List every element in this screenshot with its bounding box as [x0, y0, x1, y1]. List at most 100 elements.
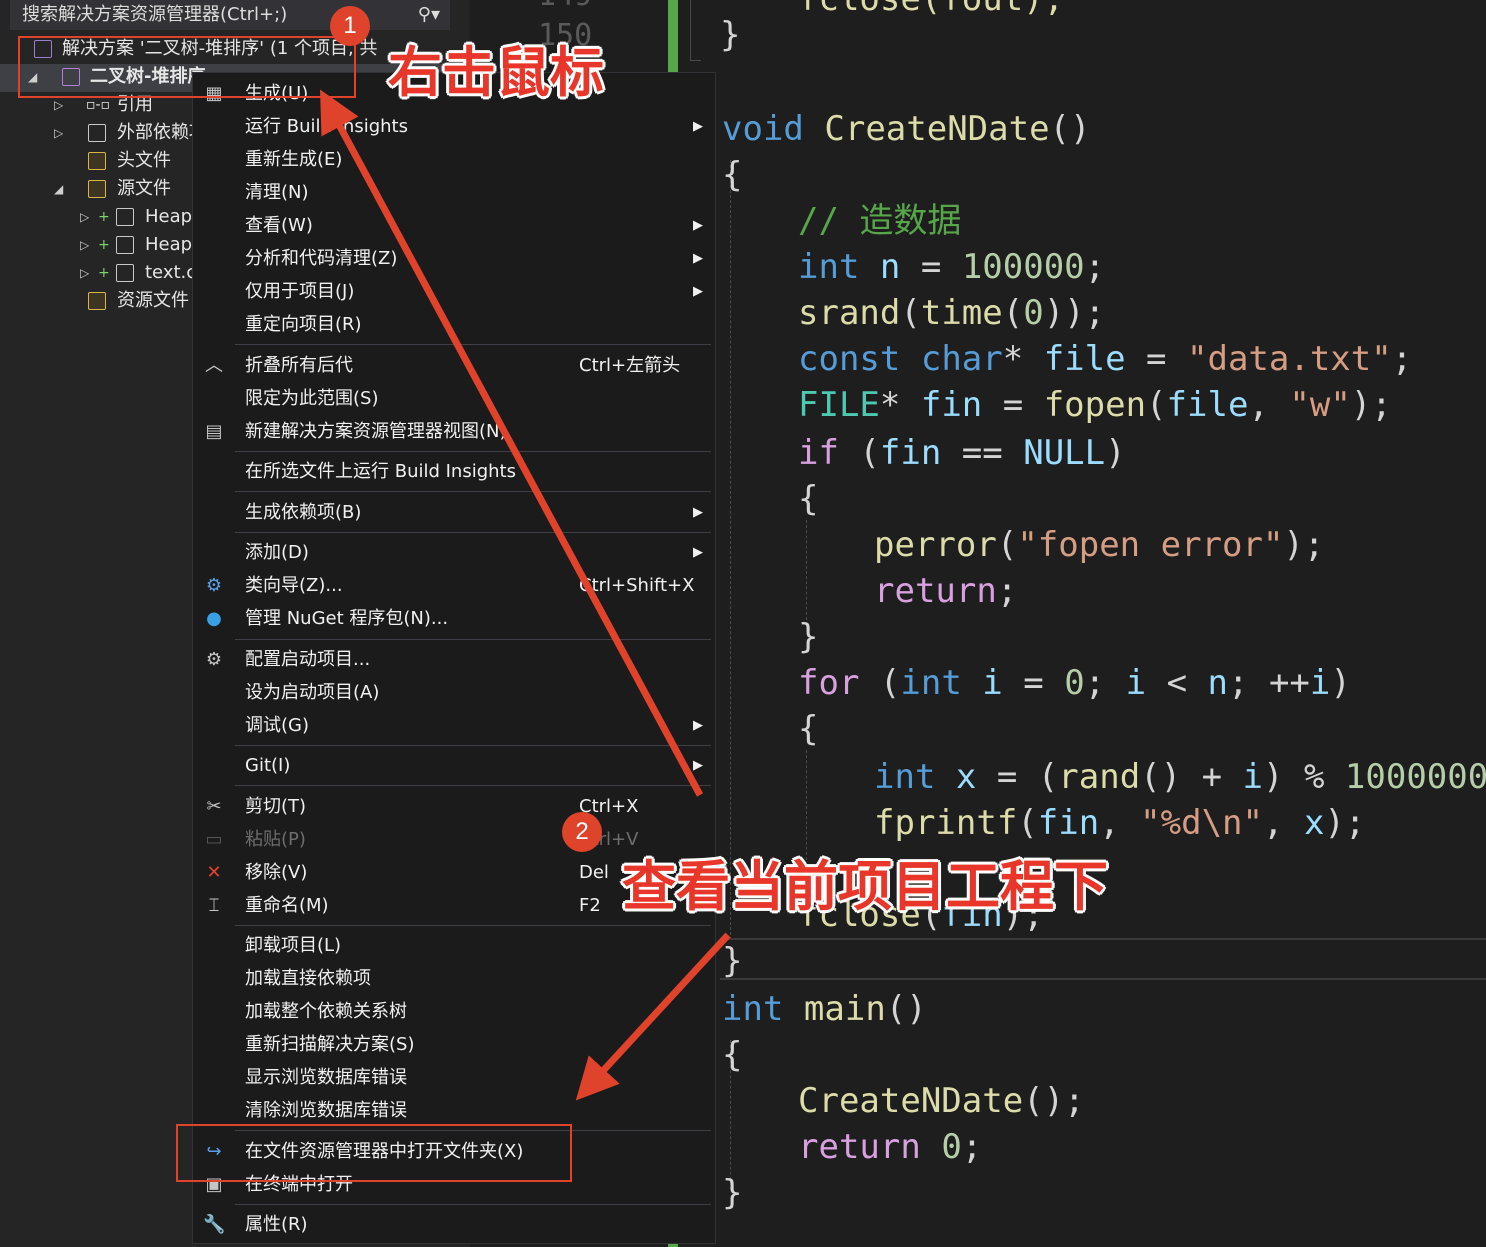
menu-item-show-browse-errors[interactable]: 显示浏览数据库错误: [193, 1061, 715, 1094]
submenu-arrow-icon: ▶: [693, 505, 703, 520]
menu-item-rebuild[interactable]: 重新生成(E): [193, 143, 715, 176]
menu-item-scope-to-this[interactable]: 限定为此范围(S): [193, 382, 715, 415]
menu-item-clean[interactable]: 清理(N): [193, 176, 715, 209]
line-number: 149: [538, 0, 592, 13]
code-line: int x = (rand() + i) % 1000000;: [874, 757, 1486, 797]
menu-item-properties[interactable]: 🔧 属性(R): [193, 1208, 715, 1241]
menu-item-clear-browse-errors[interactable]: 清除浏览数据库错误: [193, 1094, 715, 1127]
code-line: {: [722, 1035, 743, 1075]
code-line: CreateNDate();: [798, 1081, 1085, 1121]
scissors-icon: ✂: [206, 796, 222, 817]
collapse-arrow-icon[interactable]: ▷: [80, 260, 89, 286]
code-line: int n = 100000;: [798, 247, 1106, 287]
indent-guide: [730, 160, 731, 940]
code-line: fclose(fout);: [798, 0, 1064, 22]
submenu-arrow-icon: ▶: [693, 119, 703, 134]
collapse-arrow-icon[interactable]: ▷: [54, 120, 63, 146]
step-2-annotation: 查看当前项目工程下: [622, 855, 1108, 918]
search-icon[interactable]: ⚲▾: [418, 0, 440, 30]
filter-folder-icon: [88, 180, 106, 198]
solution-explorer-search[interactable]: 搜索解决方案资源管理器(Ctrl+;) ⚲▾: [10, 0, 450, 30]
menu-item-project-only[interactable]: 仅用于项目(J) ▶: [193, 275, 715, 308]
expand-arrow-icon[interactable]: ◢: [54, 176, 63, 202]
code-line: const char* file = "data.txt";: [798, 339, 1413, 379]
menu-item-cut[interactable]: ✂ 剪切(T) Ctrl+X: [193, 790, 715, 823]
menu-item-rescan-solution[interactable]: 重新扫描解决方案(S): [193, 1028, 715, 1061]
collapse-arrow-icon[interactable]: ▷: [80, 204, 89, 230]
menu-item-run-build-insights[interactable]: 运行 Build Insights ▶: [193, 110, 715, 143]
menu-separator: [235, 1204, 711, 1205]
fold-guide: [690, 0, 701, 61]
current-line-border: [720, 938, 1486, 940]
menu-separator: [235, 344, 711, 345]
nuget-icon: ●: [206, 608, 222, 629]
new-view-icon: ▤: [205, 421, 223, 442]
external-deps-icon: [88, 124, 106, 142]
menu-item-configure-startup[interactable]: ⚙ 配置启动项目...: [193, 643, 715, 676]
code-line: {: [722, 155, 743, 195]
code-editor[interactable]: fclose(fout); } void CreateNDate() { // …: [720, 0, 1486, 1247]
submenu-arrow-icon: ▶: [693, 284, 703, 299]
code-line: fprintf(fin, "%d\n", x);: [874, 803, 1366, 843]
menu-item-run-insights-selected[interactable]: 在所选文件上运行 Build Insights: [193, 455, 715, 488]
submenu-arrow-icon: ▶: [693, 758, 703, 773]
collapse-arrow-icon[interactable]: ▷: [80, 232, 89, 258]
indent-guide: [806, 520, 807, 620]
code-line: {: [798, 479, 819, 519]
c-file-icon: [116, 264, 134, 282]
search-placeholder: 搜索解决方案资源管理器(Ctrl+;): [22, 4, 288, 25]
add-status-icon: +: [98, 237, 110, 253]
menu-separator: [235, 785, 711, 786]
clipboard-icon: ▭: [205, 829, 223, 850]
menu-item-collapse-all[interactable]: ︿ 折叠所有后代 Ctrl+左箭头: [193, 349, 715, 382]
code-line: }: [720, 15, 741, 55]
menu-item-load-direct-deps[interactable]: 加载直接依赖项: [193, 962, 715, 995]
highlight-box-project: [18, 36, 356, 98]
remove-x-icon: ✕: [206, 862, 222, 883]
submenu-arrow-icon: ▶: [693, 545, 703, 560]
code-line: }: [798, 617, 819, 657]
submenu-arrow-icon: ▶: [693, 218, 703, 233]
menu-item-load-entire-tree[interactable]: 加载整个依赖关系树: [193, 995, 715, 1028]
menu-item-analyze[interactable]: 分析和代码清理(Z) ▶: [193, 242, 715, 275]
context-menu: ▦ 生成(U) 运行 Build Insights ▶ 重新生成(E) 清理(N) …: [192, 72, 716, 1244]
menu-separator: [235, 491, 711, 492]
code-line: return 0;: [798, 1127, 983, 1167]
step-1-annotation: 右击鼠标: [388, 41, 604, 104]
code-line: perror("fopen error");: [874, 525, 1325, 565]
class-wizard-icon: ⚙: [205, 575, 223, 596]
step-2-badge: 2: [562, 812, 602, 852]
step-1-badge: 1: [330, 6, 370, 46]
menu-item-retarget[interactable]: 重定向项目(R): [193, 308, 715, 341]
highlight-box-open-folder: [176, 1124, 572, 1182]
menu-item-view[interactable]: 查看(W) ▶: [193, 209, 715, 242]
tree-source-files[interactable]: 源文件: [117, 176, 171, 202]
add-status-icon: +: [98, 265, 110, 281]
menu-item-debug[interactable]: 调试(G) ▶: [193, 709, 715, 742]
tree-resource-files[interactable]: 资源文件: [117, 288, 189, 314]
code-line: {: [798, 709, 819, 749]
rename-icon: ⌶: [208, 895, 220, 916]
code-line: return;: [874, 571, 1018, 611]
menu-item-manage-nuget[interactable]: ● 管理 NuGet 程序包(N)...: [193, 602, 715, 635]
tree-header-files[interactable]: 头文件: [117, 148, 171, 174]
change-indicator: [668, 0, 678, 80]
filter-folder-icon: [88, 292, 106, 310]
submenu-arrow-icon: ▶: [693, 251, 703, 266]
submenu-arrow-icon: ▶: [693, 718, 703, 733]
menu-item-build-dependencies[interactable]: 生成依赖项(B) ▶: [193, 496, 715, 529]
tree-file-text-c[interactable]: text.c: [145, 260, 196, 286]
filter-folder-icon: [88, 152, 106, 170]
menu-item-unload-project[interactable]: 卸载项目(L): [193, 929, 715, 962]
menu-item-git[interactable]: Git(I) ▶: [193, 749, 715, 782]
current-line-border: [720, 978, 1486, 980]
code-line: void CreateNDate(): [722, 109, 1091, 149]
menu-item-class-wizard[interactable]: ⚙ 类向导(Z)... Ctrl+Shift+X: [193, 569, 715, 602]
wrench-icon: 🔧: [203, 1214, 226, 1235]
menu-item-new-se-view[interactable]: ▤ 新建解决方案资源管理器视图(N): [193, 415, 715, 448]
menu-item-add[interactable]: 添加(D) ▶: [193, 536, 715, 569]
code-line: for (int i = 0; i < n; ++i): [798, 663, 1351, 703]
menu-separator: [235, 451, 711, 452]
h-file-icon: [116, 236, 134, 254]
menu-item-set-startup[interactable]: 设为启动项目(A): [193, 676, 715, 709]
